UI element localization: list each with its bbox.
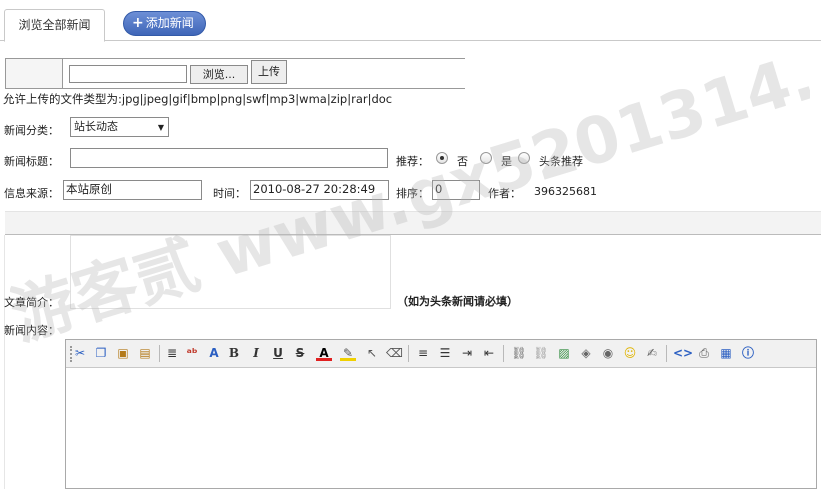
underline-icon[interactable]: U	[270, 345, 286, 361]
recommend-headline-radio[interactable]	[518, 152, 530, 164]
category-select[interactable]: 站长动态 ▼	[70, 117, 169, 137]
source-icon[interactable]: <>	[673, 345, 693, 361]
toolbar-separator	[503, 345, 504, 362]
link-icon[interactable]: ⛓	[511, 345, 527, 361]
highlight-icon[interactable]: ✎	[340, 345, 356, 361]
preview-icon[interactable]: ▦	[718, 345, 734, 361]
recommend-no-label: 否	[457, 155, 468, 168]
bold-icon[interactable]: B	[226, 345, 242, 361]
order-label: 排序：	[396, 187, 429, 200]
recommend-yes-radio[interactable]	[480, 152, 492, 164]
paste-icon[interactable]: ▣	[115, 345, 131, 361]
align-left-icon[interactable]: ≡	[415, 345, 431, 361]
indent-icon[interactable]: ⇥	[459, 345, 475, 361]
source-label: 信息来源：	[4, 187, 59, 200]
print-icon[interactable]: ⎙	[696, 345, 712, 361]
image-icon[interactable]: ▨	[556, 345, 572, 361]
add-news-label: 添加新闻	[145, 16, 194, 30]
allowed-file-types: 允许上传的文件类型为:jpg|jpeg|gif|bmp|png|swf|mp3|…	[3, 92, 393, 106]
add-news-button[interactable]: + 添加新闻	[123, 11, 206, 36]
chevron-down-icon: ▼	[157, 123, 164, 132]
summary-textarea[interactable]	[70, 235, 391, 309]
content-label: 新闻内容：	[4, 324, 59, 337]
font-size-icon[interactable]: A	[206, 345, 222, 361]
recommend-headline-label: 头条推荐	[539, 155, 583, 168]
strikethrough-icon[interactable]: S	[292, 345, 308, 361]
divider-bar	[5, 211, 821, 235]
title-label: 新闻标题：	[4, 155, 59, 168]
tab-browse-all-news[interactable]: 浏览全部新闻	[4, 9, 105, 42]
left-border	[4, 235, 5, 489]
category-label: 新闻分类：	[4, 124, 59, 137]
emoticon-icon[interactable]: ☺	[622, 345, 638, 361]
browse-button[interactable]: 浏览...	[190, 65, 248, 84]
editor-toolbar: ✂ ❐ ▣ ▤ ≣ ᵃᵇ A B I U S A ✎ ↖ ⌫ ≡ ☰ ⇥ ⇤ ⛓…	[66, 340, 816, 368]
toolbar-separator	[408, 345, 409, 362]
draft-icon[interactable]: ✍	[644, 345, 660, 361]
media-icon[interactable]: ◉	[600, 345, 616, 361]
toolbar-separator	[666, 345, 667, 362]
source-input[interactable]: 本站原创	[63, 180, 202, 200]
order-input[interactable]: 0	[432, 180, 480, 200]
category-value: 站长动态	[74, 120, 118, 133]
paste-word-icon[interactable]: ▤	[137, 345, 153, 361]
recommend-yes-label: 是	[501, 155, 512, 168]
time-label: 时间：	[213, 187, 246, 200]
about-icon[interactable]: ⓘ	[740, 345, 756, 361]
upload-button[interactable]: 上传	[251, 60, 287, 84]
rich-text-editor: ✂ ❐ ▣ ▤ ≣ ᵃᵇ A B I U S A ✎ ↖ ⌫ ≡ ☰ ⇥ ⇤ ⛓…	[65, 339, 817, 489]
spellcheck-icon[interactable]: ᵃᵇ	[184, 345, 200, 361]
toolbar-separator	[159, 345, 160, 362]
upload-panel: 浏览... 上传	[5, 58, 465, 89]
author-value: 396325681	[534, 185, 597, 198]
recommend-no-radio[interactable]	[436, 152, 448, 164]
cut-icon[interactable]: ✂	[72, 345, 88, 361]
time-input[interactable]: 2010-08-27 20:28:49	[250, 180, 389, 200]
italic-icon[interactable]: I	[248, 345, 264, 361]
copy-icon[interactable]: ❐	[93, 345, 109, 361]
select-icon[interactable]: ↖	[364, 345, 380, 361]
summary-label: 文章简介：	[4, 296, 59, 309]
recommend-label: 推荐：	[396, 155, 429, 168]
font-color-icon[interactable]: A	[316, 345, 332, 361]
plus-icon: +	[132, 15, 144, 31]
summary-hint: （如为头条新闻请必填）	[397, 295, 518, 308]
author-label: 作者：	[488, 187, 521, 200]
unlink-icon[interactable]: ⛓	[533, 345, 549, 361]
upload-inner: 浏览... 上传	[62, 59, 465, 88]
flash-icon[interactable]: ◈	[578, 345, 594, 361]
ordered-list-icon[interactable]: ☰	[437, 345, 453, 361]
paragraph-format-icon[interactable]: ≣	[164, 345, 180, 361]
file-path-input[interactable]	[69, 65, 187, 83]
title-input[interactable]	[70, 148, 388, 168]
outdent-icon[interactable]: ⇤	[481, 345, 497, 361]
eraser-icon[interactable]: ⌫	[386, 345, 403, 361]
